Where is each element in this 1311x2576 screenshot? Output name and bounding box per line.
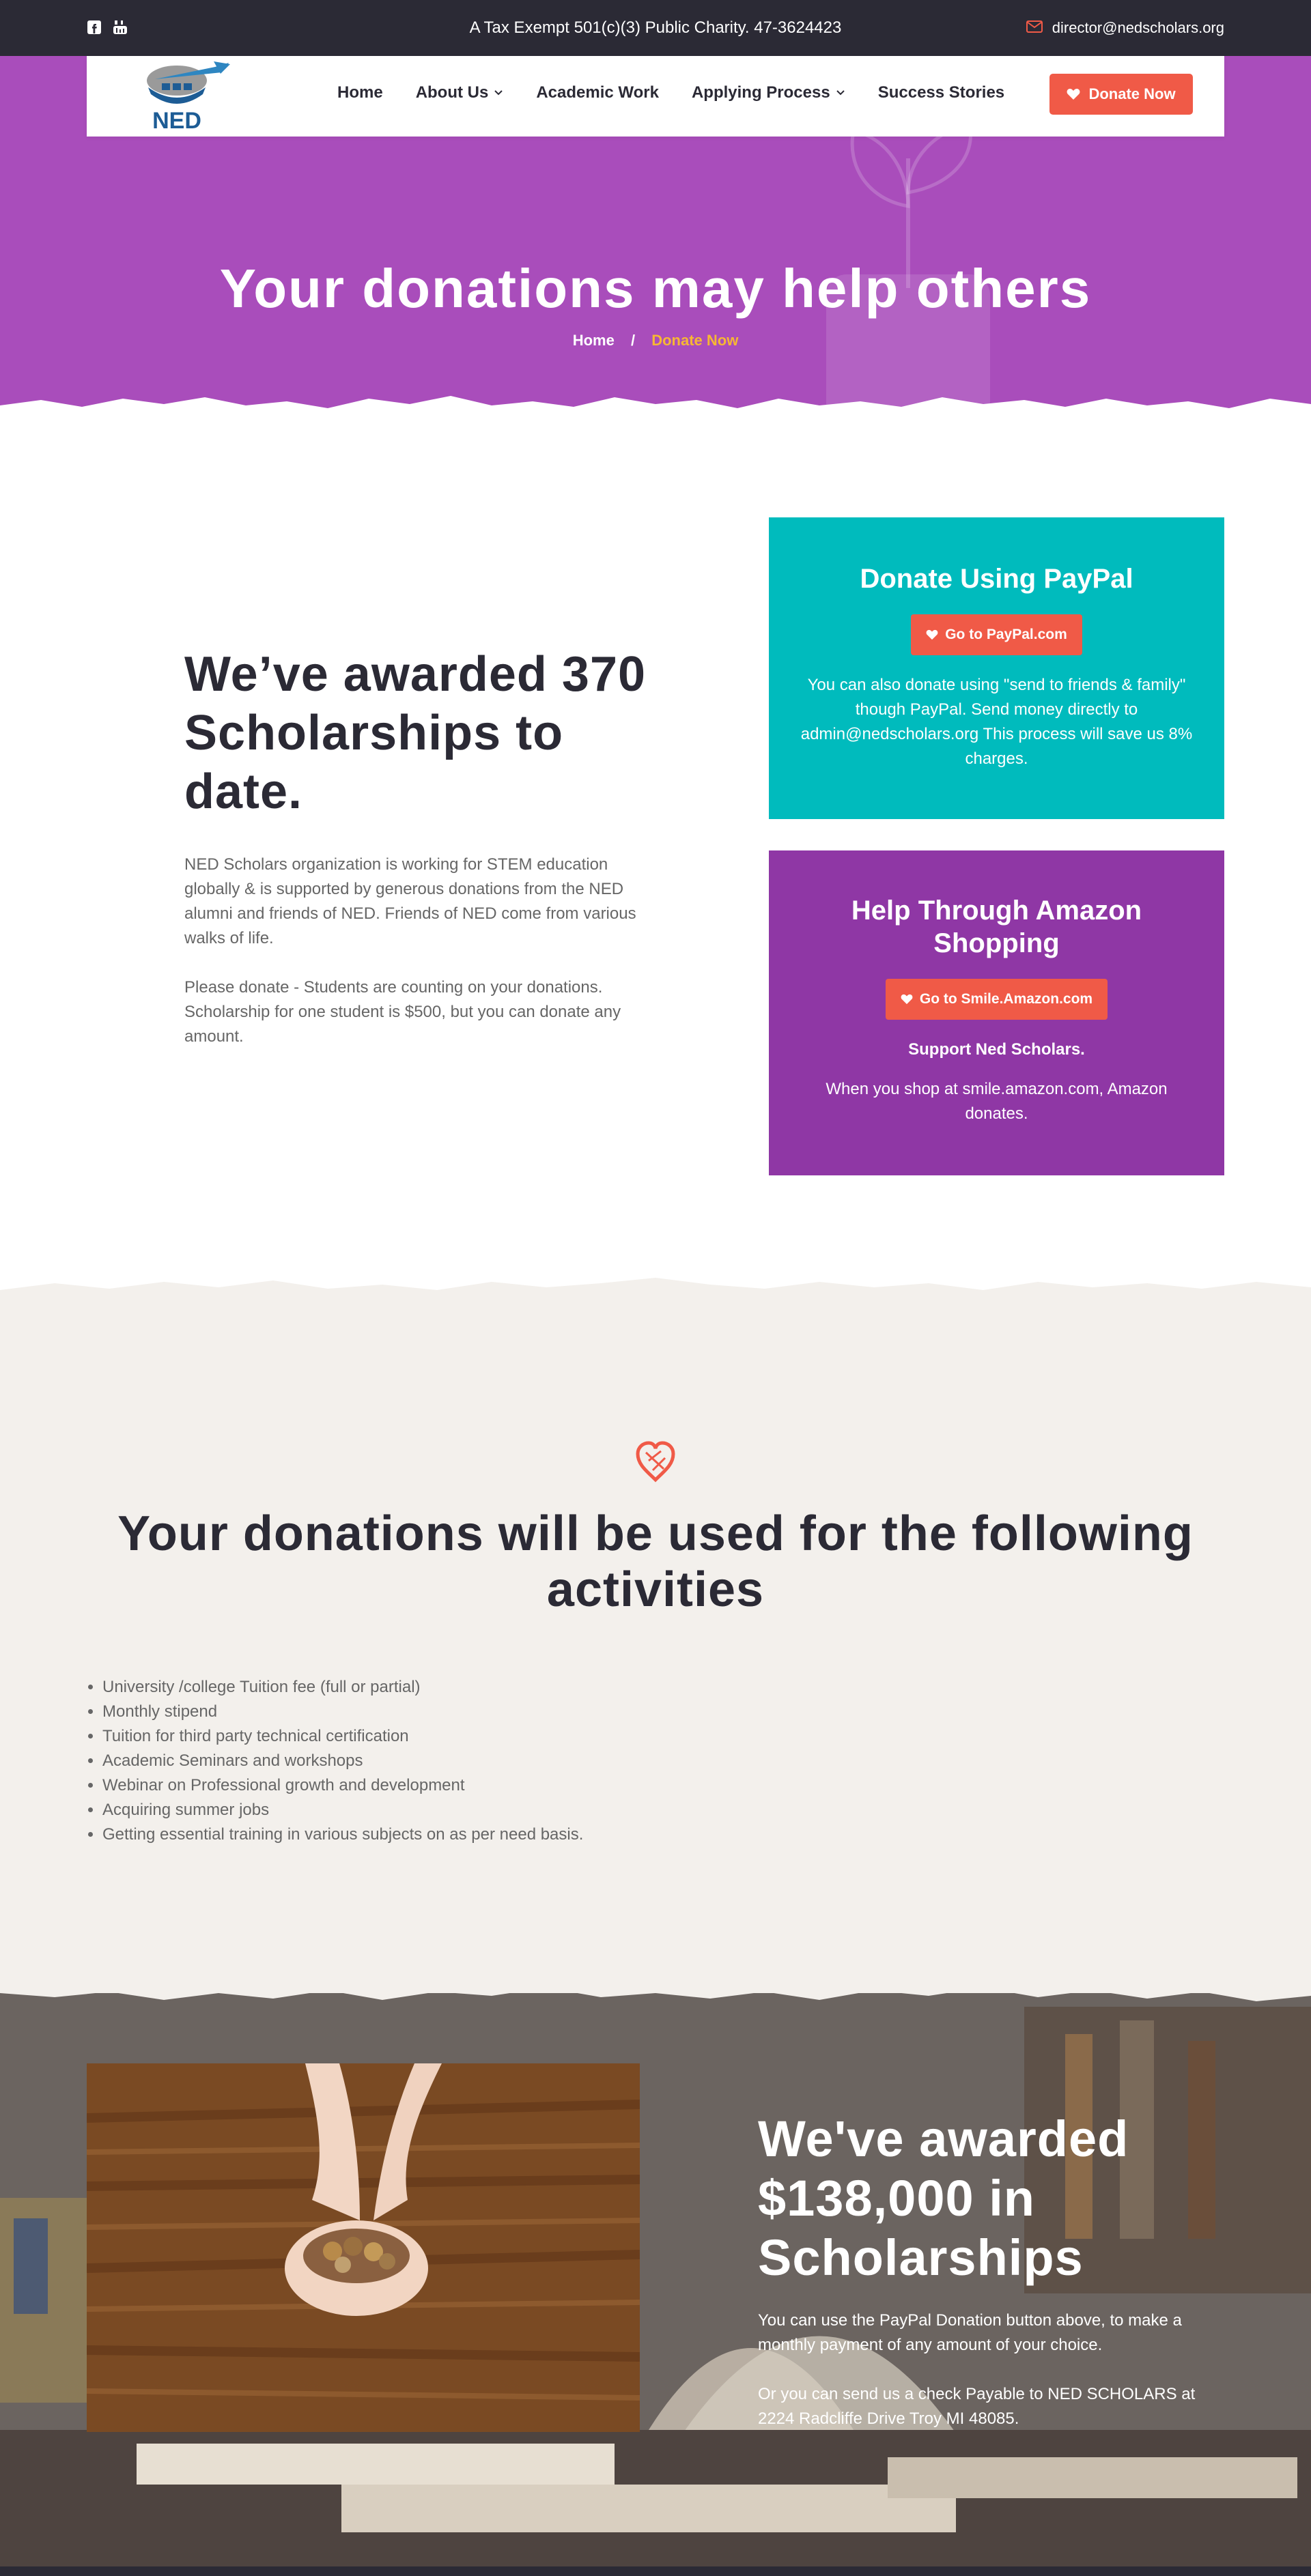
top-bar: A Tax Exempt 501(c)(3) Public Charity. 4…: [0, 0, 1311, 56]
torn-edge: [0, 1979, 1311, 2001]
nav-label: Applying Process: [691, 83, 830, 102]
nav-item-academic-work[interactable]: Academic Work: [536, 83, 659, 102]
breadcrumb-separator: /: [630, 332, 636, 349]
amazon-card-text: When you shop at smile.amazon.com, Amazo…: [826, 1080, 1168, 1123]
email-link[interactable]: director@nedscholars.org: [1052, 19, 1224, 37]
list-item: University /college Tuition fee (full or…: [102, 1675, 583, 1700]
coins-in-hands-photo: [87, 2063, 640, 2432]
chevron-down-icon: [494, 90, 503, 96]
activities-heading: Your donations will be used for the foll…: [117, 1506, 1194, 1617]
amazon-card: Help Through Amazon Shopping Go to Smile…: [769, 850, 1224, 1175]
scholarship-intro: We’ve awarded 370 Scholarships to date. …: [184, 645, 649, 1049]
donate-now-button[interactable]: Donate Now: [1049, 74, 1193, 115]
breadcrumb: Home / Donate Now: [0, 332, 1311, 349]
intro-paragraph: NED Scholars organization is working for…: [184, 855, 636, 947]
amazon-support-text: Support Ned Scholars.: [908, 1040, 1085, 1059]
nav-label: About Us: [415, 83, 489, 102]
contact-email[interactable]: director@nedscholars.org: [1026, 19, 1224, 37]
nav-label: Success Stories: [877, 83, 1005, 102]
paypal-card-text: You can also donate using "send to frien…: [800, 676, 1193, 768]
torn-edge: [0, 396, 1311, 418]
list-item: Acquiring summer jobs: [102, 1798, 583, 1822]
funds-check-text: Or you can send us a check Payable to NE…: [758, 2385, 1196, 2428]
page-title: Your donations may help others: [219, 258, 1092, 319]
envelope-icon: [1026, 19, 1043, 37]
breadcrumb-home[interactable]: Home: [573, 332, 615, 349]
chevron-down-icon: [836, 90, 845, 96]
list-item: Academic Seminars and workshops: [102, 1749, 583, 1773]
paypal-card-title: Donate Using PayPal: [860, 564, 1133, 594]
funds-paypal-text: You can use the PayPal Donation button a…: [758, 2311, 1182, 2354]
nav-item-success-stories[interactable]: Success Stories: [878, 83, 1004, 102]
heart-icon: [901, 994, 913, 1005]
donate-now-label: Donate Now: [1088, 85, 1176, 102]
list-item: Tuition for third party technical certif…: [102, 1724, 583, 1749]
nav-item-about-us[interactable]: About Us: [416, 83, 504, 102]
nav-item-home[interactable]: Home: [337, 83, 383, 102]
list-item: Getting essential training in various su…: [102, 1822, 583, 1847]
paypal-card: Donate Using PayPal Go to PayPal.com You…: [769, 517, 1224, 819]
list-item: Webinar on Professional growth and devel…: [102, 1773, 583, 1798]
logo-text: NED: [152, 108, 201, 132]
breadcrumb-current: Donate Now: [651, 332, 739, 349]
paypal-button-label: Go to PayPal.com: [945, 627, 1067, 642]
donate-appeal-paragraph: Please donate - Students are counting on…: [184, 978, 621, 1046]
list-item: Monthly stipend: [102, 1700, 583, 1724]
funds-section: We've awarded $138,000 in Scholarships Y…: [0, 1993, 1311, 2570]
heart-icon: [926, 629, 938, 640]
activities-list: University /college Tuition fee (full or…: [102, 1675, 583, 1847]
site-logo[interactable]: NED: [135, 60, 237, 134]
nav-label: Home: [337, 83, 383, 102]
heart-icon: [1067, 89, 1080, 100]
activities-section: Your donations will be used for the foll…: [0, 1297, 1311, 2007]
heart-icon: [636, 1441, 675, 1483]
nav-label: Academic Work: [536, 83, 659, 102]
amazon-card-title: Help Through Amazon Shopping: [851, 896, 1142, 958]
funds-heading: We've awarded $138,000 in Scholarships: [758, 2110, 1129, 2286]
footer-strip: [0, 2566, 1311, 2576]
amazon-button[interactable]: Go to Smile.Amazon.com: [885, 979, 1108, 1020]
paypal-button[interactable]: Go to PayPal.com: [911, 614, 1082, 655]
main-navbar: NED Home About Us Academic Work Applying…: [87, 56, 1224, 137]
scholarship-count-heading: We’ve awarded 370 Scholarships to date.: [184, 647, 647, 819]
nav-menu: Home About Us Academic Work Applying Pro…: [337, 83, 1037, 102]
nav-item-applying-process[interactable]: Applying Process: [692, 83, 845, 102]
amazon-button-label: Go to Smile.Amazon.com: [919, 991, 1093, 1007]
